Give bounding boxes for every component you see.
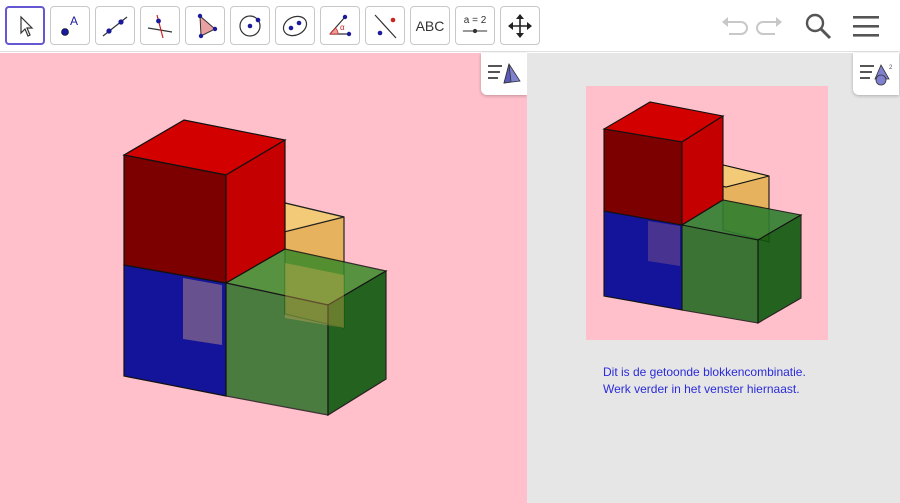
style-bar-toggle-right[interactable]: 2 [853, 53, 899, 95]
green-cube [224, 248, 388, 417]
move-graphics-view-icon [508, 13, 532, 38]
circle-tool-button[interactable] [230, 6, 270, 45]
hamburger-menu-icon [853, 16, 879, 37]
search-button[interactable] [802, 10, 834, 42]
move-tool-button[interactable] [5, 6, 45, 45]
svg-text:2: 2 [889, 65, 893, 71]
line-tool-button[interactable] [95, 6, 135, 45]
instruction-line-2: Werk verder in het venster hiernaast. [603, 382, 800, 396]
point-icon: A [61, 14, 78, 36]
menu-button[interactable] [850, 10, 882, 42]
undo-icon [722, 17, 748, 35]
angle-tool-button[interactable]: α [320, 6, 360, 45]
redo-icon [756, 17, 782, 35]
angle-tool-label: α [340, 23, 345, 32]
reflect-tool-button[interactable] [365, 6, 405, 45]
block-preview-image [586, 86, 828, 340]
perpendicular-tool-button[interactable] [140, 6, 180, 45]
ellipse-tool-button[interactable] [275, 6, 315, 45]
redo-button[interactable] [754, 10, 786, 42]
graphics-view-left[interactable] [0, 53, 527, 503]
line-icon [102, 16, 128, 36]
slider-icon: a = 2 [461, 14, 489, 36]
angle-icon: α [329, 14, 352, 36]
style-bar-2d-icon: 2 [860, 64, 893, 86]
undo-button[interactable] [718, 10, 750, 42]
point-tool-label: A [70, 14, 78, 28]
move-view-tool-button[interactable] [500, 6, 540, 45]
cursor-arrow-icon [20, 15, 34, 37]
slider-tool-label: a = 2 [463, 14, 487, 26]
block-combination-preview [602, 101, 803, 324]
text-tool-label: ABC [415, 17, 445, 34]
point-tool-button[interactable]: A [50, 6, 90, 45]
slider-tool-button[interactable]: a = 2 [455, 6, 495, 45]
polygon-tool-button[interactable] [185, 6, 225, 45]
instruction-line-1: Dit is de getoonde blokkencombinatie. [603, 365, 806, 379]
red-cube [122, 119, 287, 285]
text-tool-button[interactable]: ABC [410, 6, 450, 45]
graphics-view-right[interactable]: 2 Dit is de getoonde blokkencombinatie. … [533, 53, 900, 503]
search-icon [805, 13, 832, 40]
perpendicular-line-icon [147, 14, 173, 38]
blue-cube [123, 264, 227, 397]
block-combination-3d [122, 119, 388, 417]
slider-track [462, 28, 488, 33]
instruction-text: Dit is de getoonde blokkencombinatie. We… [603, 364, 883, 398]
circle-icon [239, 14, 261, 37]
toolbar: A α ABC a = 2 [0, 0, 900, 52]
polygon-icon [197, 13, 218, 38]
reflect-icon [374, 14, 397, 38]
ellipse-icon [282, 15, 308, 36]
